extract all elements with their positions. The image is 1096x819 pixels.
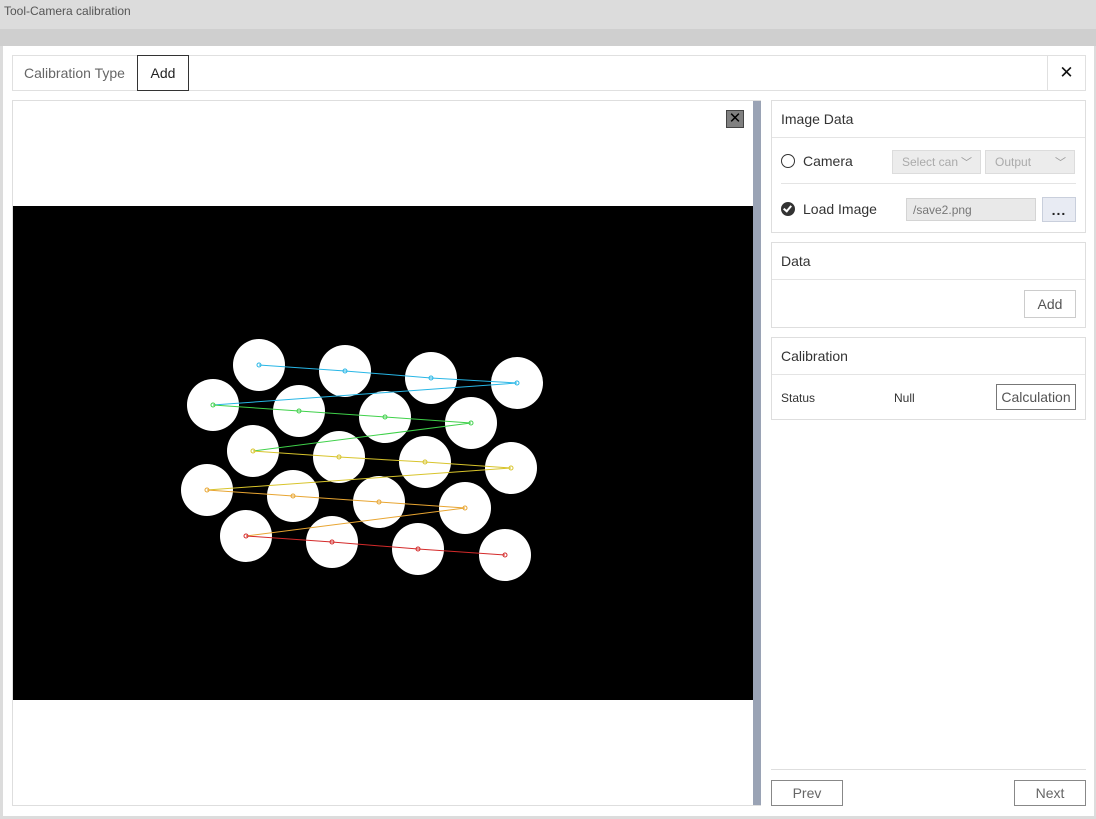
data-heading: Data <box>772 243 1085 280</box>
image-viewer: ✕ <box>12 100 761 806</box>
image-data-heading: Image Data <box>772 101 1085 138</box>
image-path-input[interactable] <box>906 198 1036 221</box>
camera-option-row: Camera Select can ﹀ Output ﹀ <box>781 138 1076 184</box>
camera-select[interactable]: Select can ﹀ <box>892 150 981 174</box>
calculation-button[interactable]: Calculation <box>996 384 1076 410</box>
calibration-heading: Calibration <box>772 338 1085 375</box>
window-title: Tool-Camera calibration <box>4 4 131 18</box>
footer-divider <box>771 769 1086 770</box>
tab-add[interactable]: Add <box>137 55 189 91</box>
status-value: Null <box>894 391 915 405</box>
toolbar-strip <box>0 29 1096 46</box>
title-bar: Tool-Camera calibration <box>0 0 1096 29</box>
tab-calibration-type[interactable]: Calibration Type <box>14 56 135 90</box>
load-image-option-row: Load Image ... <box>781 186 1076 232</box>
load-image-radio[interactable] <box>781 202 795 216</box>
vertical-scrollbar[interactable] <box>753 101 761 805</box>
camera-label: Camera <box>803 152 853 169</box>
add-data-button[interactable]: Add <box>1024 290 1076 318</box>
tab-bar: Calibration Type Add ✕ <box>12 55 1086 91</box>
calibration-dialog: Calibration Type Add ✕ ✕ Image Data Came… <box>3 46 1094 816</box>
calibration-image <box>13 206 753 700</box>
prev-button[interactable]: Prev <box>771 780 843 806</box>
load-image-label: Load Image <box>803 201 877 217</box>
next-button[interactable]: Next <box>1014 780 1086 806</box>
close-icon[interactable]: ✕ <box>1047 56 1085 90</box>
camera-radio[interactable] <box>781 153 795 168</box>
circle-grid-pattern <box>181 339 543 581</box>
output-select-value: Output <box>995 155 1032 169</box>
chevron-down-icon: ﹀ <box>1055 157 1066 169</box>
data-panel: Data Add <box>771 242 1086 328</box>
calibration-panel: Calibration Status Null Calculation <box>771 337 1086 420</box>
status-label: Status <box>781 391 816 405</box>
output-select[interactable]: Output ﹀ <box>985 150 1075 174</box>
chevron-down-icon: ﹀ <box>961 157 972 169</box>
image-data-panel: Image Data Camera Select can ﹀ Output ﹀ … <box>771 100 1086 233</box>
camera-select-value: Select can <box>902 155 959 169</box>
close-icon[interactable]: ✕ <box>726 110 744 128</box>
browse-button[interactable]: ... <box>1042 197 1076 222</box>
